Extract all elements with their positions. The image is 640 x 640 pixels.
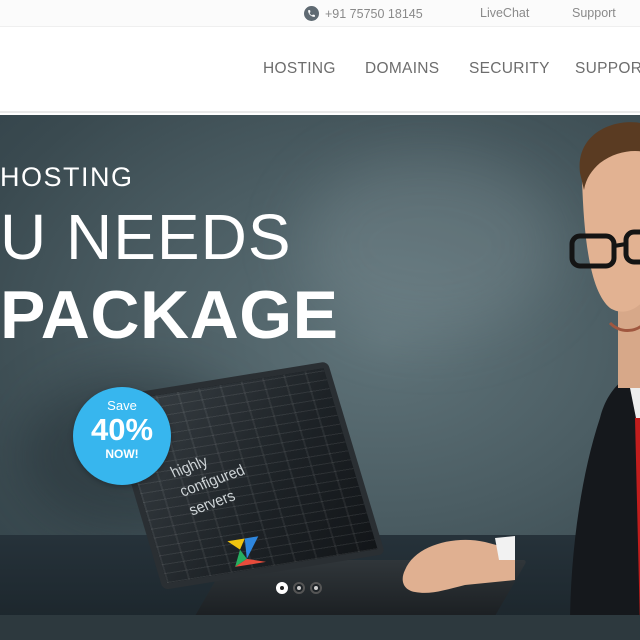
nav-support[interactable]: SUPPORT — [575, 60, 640, 78]
background-glow — [300, 155, 560, 335]
nav-security[interactable]: SECURITY — [469, 60, 550, 78]
footer-strip — [0, 615, 640, 640]
badge-save-label: Save — [107, 398, 137, 413]
discount-badge[interactable]: Save 40% NOW! — [73, 387, 171, 485]
phone-icon — [304, 6, 319, 21]
phone-contact[interactable]: +91 75750 18145 — [304, 6, 423, 21]
main-nav: HOSTING DOMAINS SECURITY SUPPORT — [0, 27, 640, 113]
slider-dot-1[interactable] — [276, 582, 288, 594]
hero-line-1: HOSTING — [0, 162, 134, 192]
badge-percent: 40% — [90, 412, 154, 447]
hero-line-2: U NEEDS — [0, 201, 292, 273]
slider-dot-2[interactable] — [293, 582, 305, 594]
nav-domains[interactable]: DOMAINS — [365, 60, 439, 78]
nav-hosting[interactable]: HOSTING — [263, 60, 336, 78]
support-link[interactable]: Support — [572, 6, 616, 20]
businessman-image — [569, 122, 640, 628]
badge-now-label: NOW! — [105, 447, 139, 461]
slider-pagination — [276, 582, 322, 594]
slider-dot-3[interactable] — [310, 582, 322, 594]
hero-line-3: PACKAGE — [0, 277, 339, 353]
livechat-link[interactable]: LiveChat — [480, 6, 529, 20]
top-bar: +91 75750 18145 LiveChat Support — [0, 0, 640, 27]
phone-number: +91 75750 18145 — [325, 6, 423, 21]
hand-image — [402, 536, 515, 593]
